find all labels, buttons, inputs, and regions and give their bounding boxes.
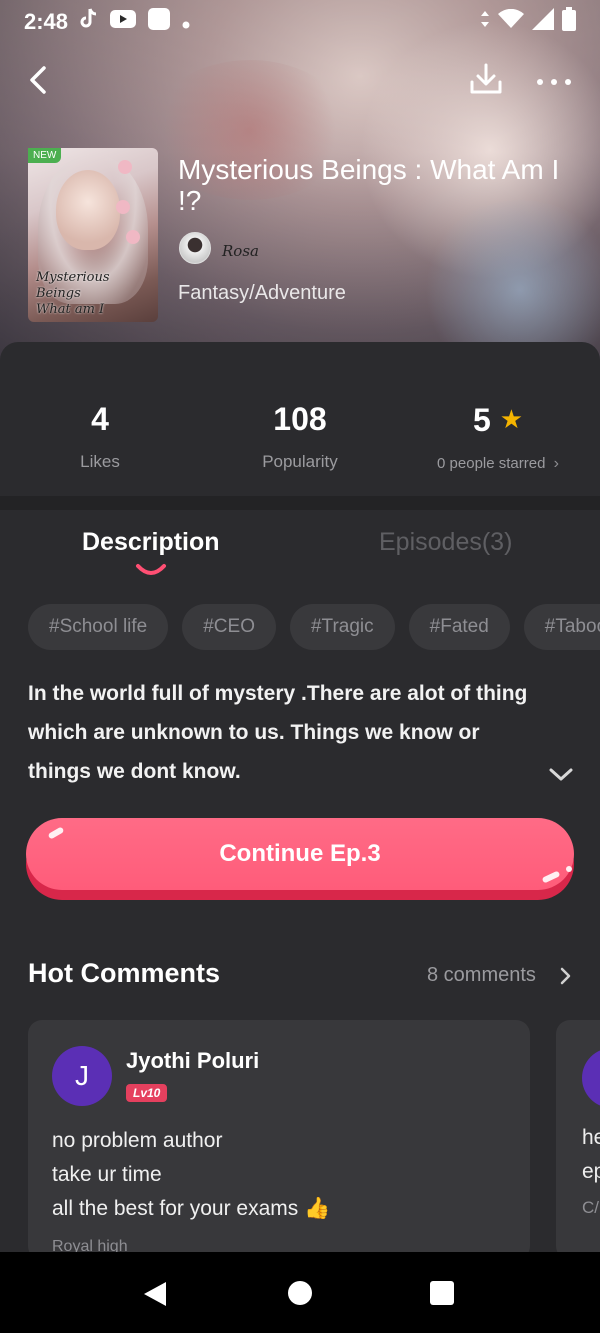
dot-icon [182,9,190,35]
more-button[interactable] [532,60,576,100]
cover-title-line: Mysterious Beings [36,270,110,301]
continue-button[interactable]: Continue Ep.3 [26,818,574,900]
stat-popularity: 108 Popularity [200,400,400,472]
tag-chip[interactable]: #School life [28,604,169,650]
download-icon [466,63,506,104]
nav-recents-button[interactable] [430,1281,454,1305]
button-highlight [566,866,572,872]
chevron-right-icon[interactable] [558,966,572,986]
tab-indicator [134,562,168,578]
book-cover[interactable]: Mysterious Beings What am I [28,148,158,322]
nav-home-button[interactable] [288,1281,312,1305]
author-avatar[interactable] [179,232,211,264]
hot-comments-title: Hot Comments [28,958,221,988]
rating-row: 5 ★ [398,400,598,439]
likes-label: Likes [80,452,120,471]
author-name[interactable]: Rosa [222,242,259,260]
notification-icon [148,8,171,36]
cover-title: Mysterious Beings What am I [36,270,158,318]
rating-label-row: 0 people starred › [398,455,598,473]
wifi-icon [498,8,524,35]
popularity-value: 108 [273,401,327,437]
top-bar [0,56,600,104]
comment-card[interactable]: he ep C/ [556,1020,600,1260]
level-badge: Lv10 [126,1084,168,1102]
star-icon: ★ [499,404,523,434]
cover-art-shape [116,200,130,214]
chevron-left-icon [22,66,58,104]
comment-line: no problem author [52,1129,223,1152]
comment-text: no problem author take ur time all the b… [52,1124,330,1226]
tag-chip[interactable]: #Fated [408,604,510,650]
cover-title-line: What am I [36,302,105,317]
book-genre: Fantasy/Adventure [178,282,346,304]
status-right [480,7,576,37]
download-button[interactable] [466,60,506,100]
comment-line: all the best for your exams 👍 [52,1197,331,1220]
description-text: In the world full of mystery .There are … [28,682,528,783]
continue-button-label: Continue Ep.3 [219,840,381,867]
rating-label: 0 people starred [437,455,546,472]
tab-description[interactable]: Description [82,528,220,557]
continue-button-face: Continue Ep.3 [26,818,574,890]
nav-back-button[interactable] [142,1280,168,1313]
tag-chip[interactable]: #Tragic [289,604,395,650]
stat-likes: 4 Likes [0,400,200,472]
rating-value: 5 [473,402,491,438]
tag-chip[interactable]: #CEO [182,604,276,650]
chevron-down-icon [548,768,574,788]
cover-art-shape [126,230,140,244]
signal-icon [532,8,554,36]
comments-count-link[interactable]: 8 comments [427,964,536,987]
cover-art-shape [118,160,132,174]
section-divider [0,496,600,510]
comment-card[interactable]: J Jyothi Poluri Lv10 no problem author t… [28,1020,530,1260]
avatar[interactable] [582,1048,600,1108]
tab-episodes[interactable]: Episodes(3) [379,528,512,557]
back-button[interactable] [22,60,58,100]
battery-icon [562,7,576,37]
book-title: Mysterious Beings : What Am I !? [178,154,560,216]
comment-line: take ur time [52,1163,162,1186]
status-bar: 2:48 [0,0,600,44]
popularity-label: Popularity [262,452,338,471]
more-dots-icon [532,79,576,104]
tab-bar: Description Episodes(3) [0,520,600,590]
cover-art-shape [56,170,120,250]
triangle-back-icon [142,1282,168,1312]
comment-username[interactable]: Jyothi Poluri [126,1048,259,1074]
comment-line: he [582,1126,600,1149]
system-nav-bar [0,1252,600,1333]
comment-line: ep [582,1160,600,1183]
stats-row: 4 Likes 108 Popularity 5 ★ 0 people star… [0,400,600,480]
status-time: 2:48 [24,9,69,34]
youtube-icon [110,9,137,35]
tiktok-icon [80,8,98,36]
stat-rating[interactable]: 5 ★ 0 people starred › [398,400,598,473]
tag-chip[interactable]: #Taboo [523,604,600,650]
likes-value: 4 [91,401,109,437]
tag-list: #School life #CEO #Tragic #Fated #Taboo [28,604,600,650]
expand-button[interactable] [548,764,574,784]
avatar[interactable]: J [52,1046,112,1106]
data-arrows-icon [480,9,490,35]
new-badge: NEW [28,148,62,163]
chevron-right-icon: › [553,455,559,472]
comment-book-ref: C/ [582,1198,599,1217]
